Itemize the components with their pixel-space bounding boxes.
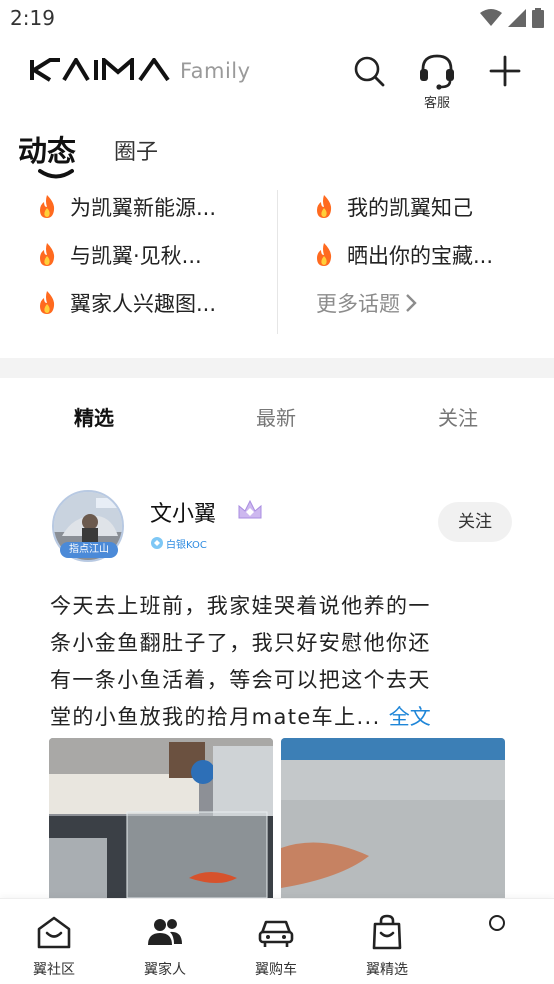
- topic-item[interactable]: 与凯翼·见秋...: [34, 240, 202, 270]
- nav-label: 翼购车: [255, 962, 297, 978]
- top-header: Family 客服: [0, 40, 554, 111]
- status-icons: [480, 8, 544, 28]
- feed-tabs: 精选 最新 关注: [0, 392, 554, 438]
- topic-label: 晒出你的宝藏...: [347, 244, 494, 268]
- bottom-nav: 翼社区 翼家人 翼购车 翼精选: [0, 898, 554, 984]
- more-topics-link[interactable]: 更多话题: [316, 288, 418, 318]
- kaiyi-logo: [30, 58, 170, 82]
- plus-icon: [489, 55, 521, 87]
- tab-active-indicator: [38, 169, 74, 179]
- koc-badge-icon: [151, 537, 163, 549]
- post-text[interactable]: 今天去上班前，我家娃哭着说他养的一 条小金鱼翻肚子了，我只好安慰他你还 有一条小…: [50, 588, 510, 736]
- topic-label: 为凯翼新能源...: [70, 196, 217, 220]
- post-header: 指点江山 文小翼 白银KOC 关注: [0, 486, 554, 566]
- nav-buy-car[interactable]: 翼购车: [241, 913, 311, 979]
- headset-icon: [420, 54, 454, 90]
- post-text-last-line: 堂的小鱼放我的拾月mate车上... 全文: [50, 699, 510, 736]
- fish-tank-photo: [49, 738, 273, 898]
- topic-item[interactable]: 晒出你的宝藏...: [311, 240, 493, 270]
- post-text-line: 有一条小鱼活着，等会可以把这个去天: [50, 668, 431, 692]
- post-text-line: 今天去上班前，我家娃哭着说他养的一: [50, 594, 431, 618]
- user-level-tag: 白银KOC: [150, 534, 207, 552]
- users-icon: [148, 919, 182, 945]
- follow-button[interactable]: 关注: [438, 502, 512, 542]
- shopping-bag-icon: [372, 914, 402, 950]
- wifi-icon: [480, 9, 502, 26]
- hot-topics: 为凯翼新能源... 与凯翼·见秋... 翼家人兴趣图... 我的凯翼知己 晒出你…: [0, 186, 554, 336]
- tab-featured[interactable]: 精选: [74, 402, 114, 431]
- user-level-label: 白银KOC: [166, 539, 207, 551]
- customer-service-label: 客服: [423, 96, 450, 111]
- avatar-badge: 指点江山: [60, 542, 118, 558]
- user-name[interactable]: 文小翼: [150, 496, 216, 528]
- post-image[interactable]: [49, 738, 273, 898]
- more-topics-label: 更多话题: [316, 292, 400, 316]
- crown-badge-icon: [238, 499, 262, 519]
- profile-dot-icon[interactable]: [489, 915, 505, 931]
- section-divider: [0, 358, 554, 378]
- nav-family[interactable]: 翼家人: [130, 913, 200, 979]
- search-icon: [354, 56, 385, 87]
- post-text-line: 条小金鱼翻肚子了，我只好安慰他你还: [50, 631, 431, 655]
- topic-label: 与凯翼·见秋...: [70, 244, 202, 268]
- search-button[interactable]: [352, 54, 386, 88]
- fire-icon: [317, 195, 332, 218]
- fire-icon: [40, 291, 55, 314]
- fish-tank-closeup-photo: [281, 738, 505, 898]
- topic-item[interactable]: 为凯翼新能源...: [34, 192, 216, 222]
- status-bar: 2:19: [0, 0, 554, 38]
- topics-divider: [277, 190, 278, 334]
- fire-icon: [317, 243, 332, 266]
- car-icon: [258, 920, 294, 947]
- chevron-right-icon: [406, 294, 417, 312]
- tab-dongtai[interactable]: 动态: [18, 128, 76, 170]
- status-time: 2:19: [10, 6, 55, 30]
- nav-community[interactable]: 翼社区: [19, 913, 89, 979]
- fire-icon: [40, 195, 55, 218]
- cellular-signal-icon: [508, 9, 526, 27]
- post-images: [49, 738, 505, 898]
- nav-label: 翼社区: [33, 962, 75, 978]
- fire-icon: [40, 243, 55, 266]
- post-text-line: 堂的小鱼放我的拾月mate车上...: [50, 705, 381, 729]
- tab-latest[interactable]: 最新: [256, 402, 296, 431]
- customer-service-button[interactable]: 客服: [417, 52, 457, 111]
- nav-label: 翼家人: [144, 962, 186, 978]
- post-image[interactable]: [281, 738, 505, 898]
- brand-family-text: Family: [180, 59, 251, 83]
- topic-label: 翼家人兴趣图...: [70, 292, 217, 316]
- topic-item[interactable]: 我的凯翼知己: [311, 192, 473, 222]
- topic-label: 我的凯翼知己: [347, 196, 473, 220]
- tab-following[interactable]: 关注: [438, 402, 478, 431]
- nav-shop[interactable]: 翼精选: [352, 913, 422, 979]
- full-text-link[interactable]: 全文: [389, 705, 431, 729]
- tab-quanzi[interactable]: 圈子: [114, 134, 158, 166]
- topic-item[interactable]: 翼家人兴趣图...: [34, 288, 216, 318]
- community-home-icon: [37, 916, 71, 949]
- nav-label: 翼精选: [366, 962, 408, 978]
- add-post-button[interactable]: [488, 54, 522, 88]
- battery-icon: [532, 8, 544, 28]
